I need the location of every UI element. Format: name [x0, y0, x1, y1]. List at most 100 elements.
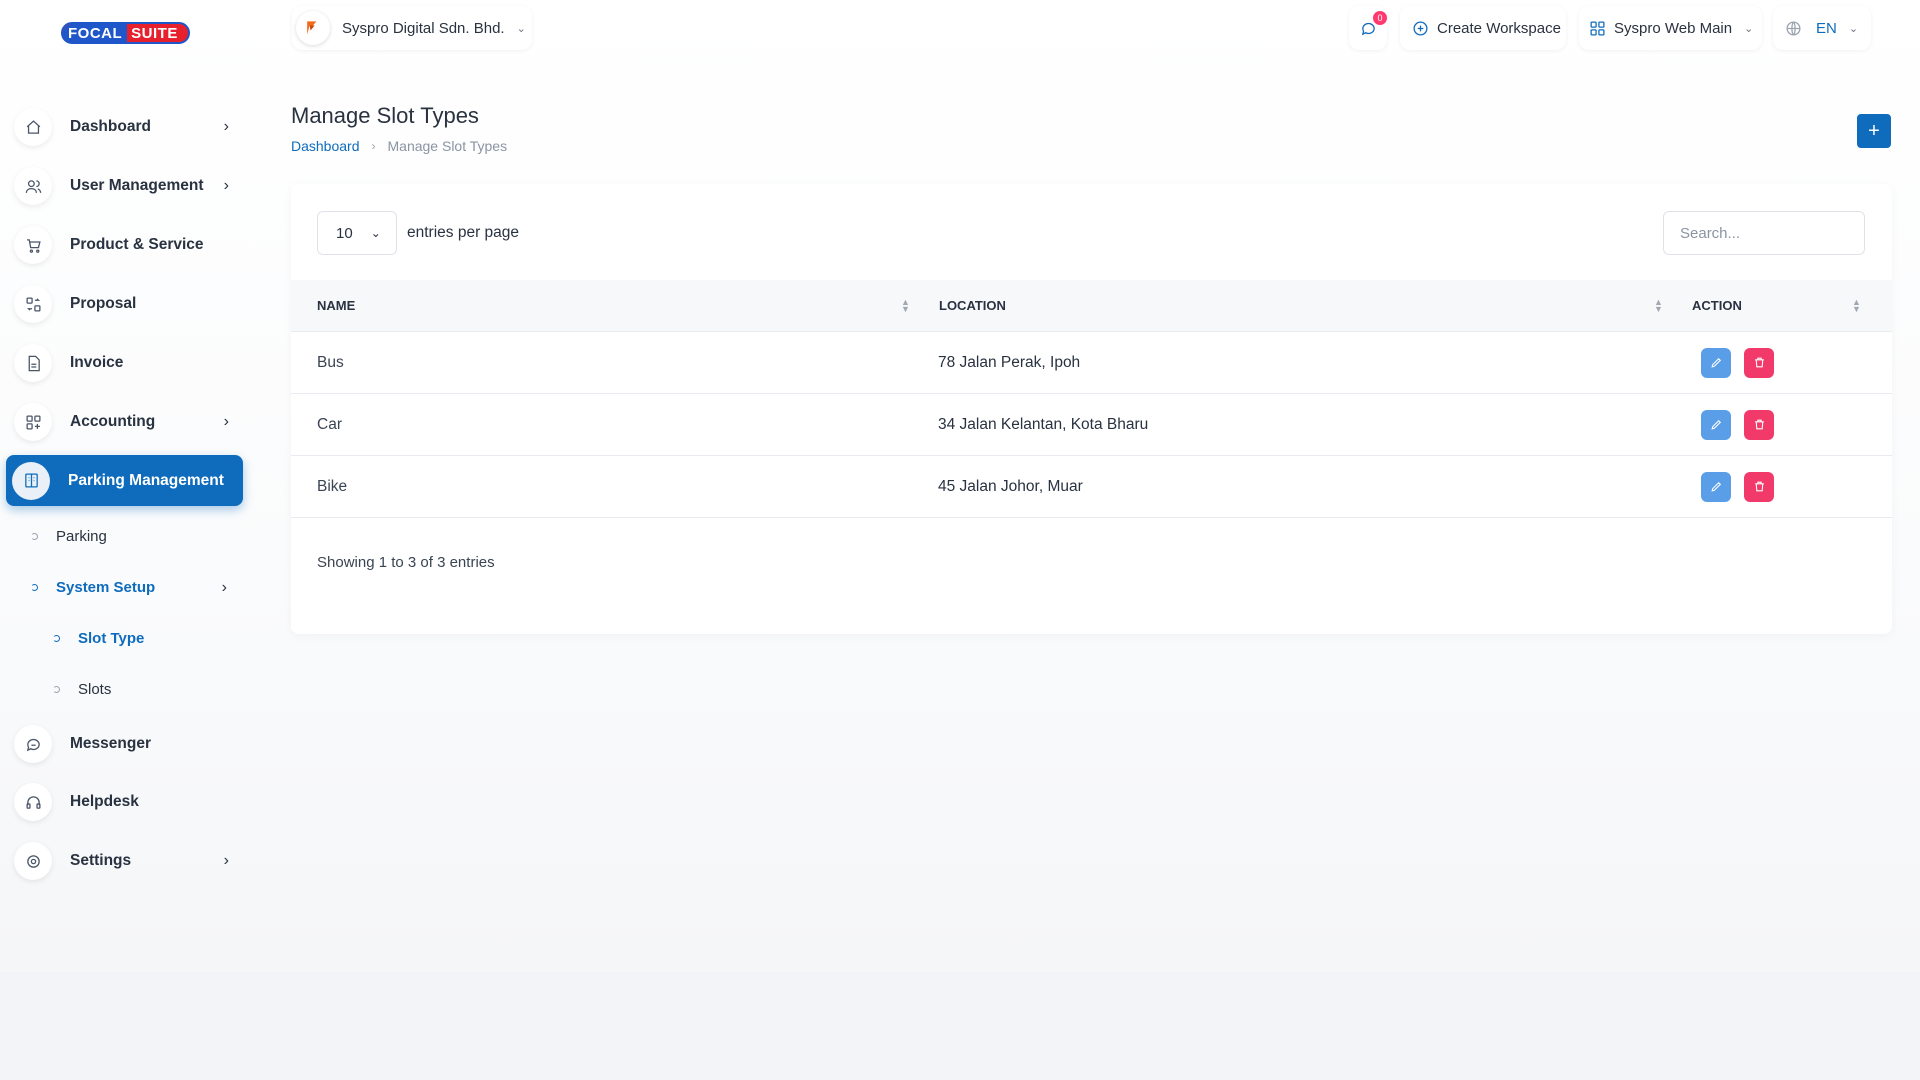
sidebar-item-invoice[interactable]: Invoice [8, 338, 243, 388]
chevron-right-icon: › [221, 578, 227, 596]
messenger-icon [14, 725, 52, 763]
breadcrumb: Dashboard › Manage Slot Types [291, 138, 507, 154]
company-logo-icon [296, 11, 330, 45]
chevron-down-icon: ⌄ [370, 226, 381, 240]
cell-name: Bus [317, 353, 344, 371]
sidebar-subitem-label: System Setup [56, 579, 156, 596]
column-header-name[interactable]: Name [317, 298, 355, 313]
messages-button[interactable]: 0 [1349, 6, 1387, 50]
breadcrumb-separator-icon: › [371, 139, 376, 153]
pencil-icon [1710, 419, 1721, 430]
sidebar-item-user-management[interactable]: User Management › [8, 161, 243, 211]
cell-location: 34 Jalan Kelantan, Kota Bharu [938, 415, 1149, 433]
edit-button[interactable] [1701, 347, 1731, 378]
sidebar-subitem-slots[interactable]: Slots [53, 681, 111, 698]
edit-button[interactable] [1701, 471, 1731, 502]
home-icon [14, 108, 52, 146]
sidebar-item-label: Dashboard [70, 118, 151, 135]
brand-logo-part1: FOCAL [63, 23, 128, 43]
table-info-text: Showing 1 to 3 of 3 entries [317, 554, 495, 571]
sidebar-item-accounting[interactable]: Accounting › [8, 397, 243, 447]
proposal-icon [14, 285, 52, 323]
sidebar-item-messenger[interactable]: Messenger [8, 719, 243, 769]
bullet-icon [31, 533, 38, 540]
sidebar-subitem-parking[interactable]: Parking [31, 528, 107, 545]
breadcrumb-current: Manage Slot Types [387, 138, 508, 154]
bullet-icon [53, 686, 60, 693]
gear-icon [14, 842, 52, 880]
notification-badge: 0 [1373, 11, 1387, 25]
add-slot-type-button[interactable]: + [1857, 114, 1891, 148]
bullet-icon [53, 635, 60, 642]
headset-icon [14, 783, 52, 821]
bullet-icon [31, 584, 38, 591]
cart-icon [14, 226, 52, 264]
company-name: Syspro Digital Sdn. Bhd. [342, 19, 505, 37]
chevron-down-icon: ⌄ [516, 22, 526, 35]
plus-circle-icon [1413, 20, 1428, 36]
sidebar-item-label: Proposal [70, 295, 137, 312]
create-workspace-button[interactable]: Create Workspace [1400, 6, 1566, 50]
sidebar-item-label: Parking Management [68, 471, 224, 489]
sort-icon[interactable]: ▲ ▼ [1654, 298, 1663, 314]
breadcrumb-home-link[interactable]: Dashboard [291, 138, 360, 154]
sidebar: FOCAL SUITE Dashboard › User Management … [0, 0, 250, 972]
delete-button[interactable] [1744, 409, 1774, 440]
chevron-down-icon: ⌄ [1744, 22, 1754, 35]
sidebar-item-label: User Management [70, 177, 204, 194]
chevron-right-icon: › [223, 413, 229, 430]
invoice-icon [14, 344, 52, 382]
sidebar-item-settings[interactable]: Settings › [8, 836, 243, 886]
table-row: Bus 78 Jalan Perak, Ipoh [291, 332, 1892, 394]
table-row: Bike 45 Jalan Johor, Muar [291, 456, 1892, 518]
edit-button[interactable] [1701, 409, 1731, 440]
workspace-name: Syspro Web Main [1614, 19, 1733, 37]
entries-per-page-select[interactable]: 10 ⌄ [317, 211, 397, 255]
chevron-right-icon: › [223, 852, 229, 869]
sidebar-subitem-label: Slots [78, 681, 112, 698]
sidebar-item-label: Invoice [70, 354, 124, 371]
delete-button[interactable] [1744, 347, 1774, 378]
sidebar-item-label: Settings [70, 852, 132, 869]
trash-icon [1754, 481, 1764, 492]
sidebar-item-helpdesk[interactable]: Helpdesk [8, 777, 243, 827]
sidebar-subitem-label: Parking [56, 528, 107, 545]
workspace-icon [1590, 20, 1605, 36]
table-header: Name ▲ ▼ Location ▲ ▼ Action ▲ ▼ [291, 280, 1892, 332]
sidebar-subitem-slot-type[interactable]: Slot Type [53, 630, 144, 647]
language-selector[interactable]: EN ⌄ [1773, 6, 1871, 50]
delete-button[interactable] [1744, 471, 1774, 502]
brand-logo-part2: SUITE [131, 24, 178, 42]
sidebar-item-label: Accounting [70, 413, 156, 430]
sidebar-item-dashboard[interactable]: Dashboard › [8, 102, 243, 152]
workspace-selector[interactable]: Syspro Web Main ⌄ [1579, 6, 1762, 50]
pencil-icon [1710, 481, 1721, 492]
sidebar-item-label: Messenger [70, 735, 151, 752]
sort-icon[interactable]: ▲ ▼ [901, 298, 910, 314]
column-header-location[interactable]: Location [939, 298, 1006, 313]
parking-icon [12, 461, 50, 500]
sort-icon[interactable]: ▲ ▼ [1852, 298, 1861, 314]
sidebar-subitem-system-setup[interactable]: System Setup › [31, 579, 227, 596]
company-selector[interactable]: Syspro Digital Sdn. Bhd. ⌄ [292, 6, 532, 50]
globe-icon [1786, 20, 1801, 36]
chevron-right-icon: › [223, 118, 229, 135]
sidebar-item-parking-management[interactable]: Parking Management [6, 455, 243, 506]
trash-icon [1754, 357, 1764, 368]
entries-per-page-value: 10 [336, 224, 353, 242]
language-label: EN [1816, 19, 1837, 37]
sidebar-item-product-service[interactable]: Product & Service [8, 220, 243, 270]
users-icon [14, 167, 52, 205]
sidebar-item-label: Helpdesk [70, 793, 139, 810]
pencil-icon [1710, 357, 1721, 368]
sidebar-subitem-label: Slot Type [78, 630, 145, 647]
search-input[interactable] [1663, 211, 1865, 255]
column-header-action[interactable]: Action [1692, 298, 1742, 313]
sidebar-item-label: Product & Service [70, 236, 204, 253]
trash-icon [1754, 419, 1764, 430]
slot-types-table: Name ▲ ▼ Location ▲ ▼ Action ▲ ▼ Bus 78 Jal… [291, 280, 1892, 518]
chevron-right-icon: › [223, 177, 229, 194]
sidebar-item-proposal[interactable]: Proposal [8, 279, 243, 329]
cell-name: Bike [317, 477, 348, 495]
brand-logo[interactable]: FOCAL SUITE [61, 22, 190, 44]
